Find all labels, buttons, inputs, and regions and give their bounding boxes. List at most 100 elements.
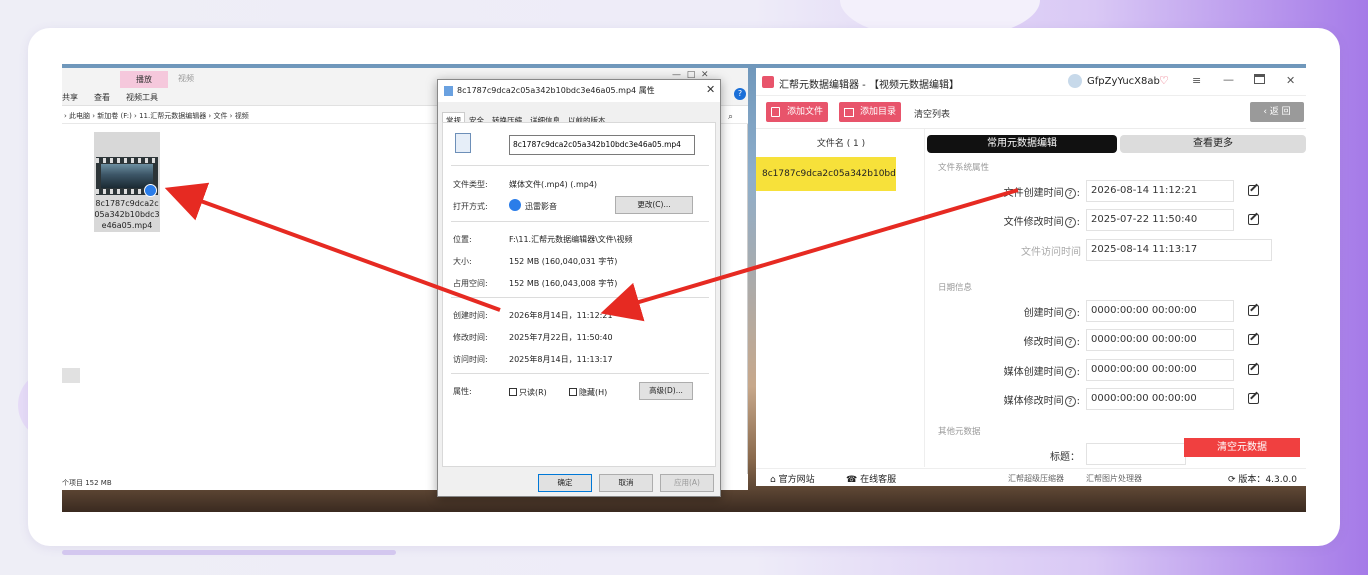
- fs-accessed-label: 文件访问时间: [1021, 247, 1081, 258]
- add-file-icon: [771, 107, 780, 117]
- image-tool-link[interactable]: 汇帮图片处理器: [1086, 473, 1142, 484]
- change-button[interactable]: 更改(C)...: [615, 196, 693, 214]
- modified-label: 修改时间:: [453, 333, 488, 342]
- apply-button[interactable]: 应用(A): [660, 474, 714, 492]
- app-logo-icon: [762, 76, 774, 88]
- date-created-label: 创建时间?:: [1023, 308, 1080, 319]
- filename-input[interactable]: 8c1787c9dca2c05a342b10bdc3e46a05.mp4: [509, 135, 695, 155]
- date-created-input[interactable]: 0000:00:00 00:00:00: [1086, 300, 1234, 322]
- edit-icon[interactable]: [1248, 305, 1259, 316]
- version-info: ⟳ 版本：4.3.0.0: [1228, 475, 1297, 485]
- created-value: 2026年8月14日，11:12:21: [509, 311, 613, 320]
- edit-icon[interactable]: [1248, 214, 1259, 225]
- help-icon[interactable]: ?: [734, 88, 746, 100]
- file-name-label: 8c1787c9dca2c05a342b10bdc3e46a05.mp4: [94, 199, 160, 230]
- help-icon[interactable]: ?: [1064, 367, 1076, 378]
- title-label: 标题：: [1050, 452, 1080, 463]
- cancel-button[interactable]: 取消: [599, 474, 653, 492]
- username[interactable]: GfpZyYucX8ab: [1087, 76, 1160, 87]
- help-icon[interactable]: ?: [1064, 188, 1076, 199]
- help-icon[interactable]: ?: [1064, 217, 1076, 228]
- help-icon[interactable]: ?: [1064, 396, 1076, 407]
- close-icon[interactable]: ✕: [1286, 74, 1295, 87]
- created-label: 创建时间:: [453, 311, 488, 320]
- breadcrumb-item[interactable]: 11.汇帮元数据编辑器: [139, 112, 206, 120]
- disk-size-value: 152 MB (160,043,008 字节): [509, 279, 618, 288]
- media-modified-label: 媒体修改时间?:: [1003, 396, 1080, 407]
- add-file-label: 添加文件: [787, 107, 824, 117]
- accessed-label: 访问时间:: [453, 355, 488, 364]
- open-with-label: 打开方式:: [453, 202, 488, 211]
- size-value: 152 MB (160,040,031 字节): [509, 257, 618, 266]
- tab-common-metadata[interactable]: 常用元数据编辑: [927, 135, 1117, 153]
- maximize-icon[interactable]: [1254, 74, 1265, 84]
- accessed-value: 2025年8月14日，11:13:17: [509, 355, 613, 364]
- help-icon[interactable]: ?: [1064, 308, 1076, 319]
- file-list-header: 文件名 ( 1 ): [816, 139, 866, 149]
- modified-value: 2025年7月22日，11:50:40: [509, 333, 613, 342]
- official-site-link[interactable]: ⌂ 官方网站: [770, 472, 815, 485]
- ribbon-tab-play[interactable]: 播放: [120, 71, 168, 88]
- ribbon-video-tools[interactable]: 视频工具: [126, 92, 158, 103]
- dialog-tabs: 常规 安全 转换压缩 详细信息 以前的版本: [442, 108, 716, 129]
- type-value: 媒体文件(.mp4) (.mp4): [509, 180, 598, 189]
- media-created-input[interactable]: 0000:00:00 00:00:00: [1086, 359, 1234, 381]
- advanced-button[interactable]: 高级(D)...: [639, 382, 693, 400]
- add-directory-label: 添加目录: [860, 107, 897, 117]
- menu-icon[interactable]: ≡: [1192, 74, 1201, 87]
- fs-modified-input[interactable]: 2025-07-22 11:50:40: [1086, 209, 1234, 231]
- attributes-label: 属性:: [453, 387, 472, 396]
- type-label: 文件类型:: [453, 180, 488, 189]
- properties-dialog: 8c1787c9dca2c05a342b10bdc3e46a05.mp4 属性 …: [437, 79, 721, 497]
- title-input[interactable]: [1086, 443, 1186, 465]
- edit-icon[interactable]: [1248, 334, 1259, 345]
- readonly-checkbox[interactable]: 只读(R): [509, 387, 547, 398]
- fs-accessed-input[interactable]: 2025-08-14 11:13:17: [1086, 239, 1272, 261]
- tab-view-more[interactable]: 查看更多: [1120, 135, 1306, 153]
- date-modified-input[interactable]: 0000:00:00 00:00:00: [1086, 329, 1234, 351]
- breadcrumb-item[interactable]: 此电脑: [69, 112, 90, 120]
- minimize-icon[interactable]: —: [1223, 73, 1234, 86]
- close-icon[interactable]: ✕: [706, 83, 715, 96]
- clear-metadata-button[interactable]: 清空元数据: [1184, 438, 1300, 457]
- fs-created-input[interactable]: 2026-08-14 11:12:21: [1086, 180, 1234, 202]
- readonly-label: 只读(R): [519, 388, 547, 397]
- general-tab-panel: 8c1787c9dca2c05a342b10bdc3e46a05.mp4 文件类…: [442, 122, 716, 467]
- search-icon[interactable]: ⌕: [728, 112, 733, 122]
- horizontal-scrollbar[interactable]: [62, 550, 396, 555]
- compressor-link[interactable]: 汇帮超级压缩器: [1008, 473, 1064, 484]
- edit-icon[interactable]: [1248, 393, 1259, 404]
- section-date-info: 日期信息: [938, 283, 973, 293]
- hidden-checkbox[interactable]: 隐藏(H): [569, 387, 607, 398]
- ok-button[interactable]: 确定: [538, 474, 592, 492]
- open-with-value: 迅雷影音: [525, 202, 557, 211]
- online-service-link[interactable]: ☎ 在线客服: [846, 472, 896, 485]
- home-icon: ⌂: [770, 475, 776, 485]
- breadcrumb-item[interactable]: 新加卷 (F:): [97, 112, 132, 120]
- refresh-icon: ⟳: [1228, 475, 1236, 485]
- ribbon-tab-video[interactable]: 视频: [178, 73, 194, 84]
- ribbon-view[interactable]: 查看: [94, 92, 110, 103]
- video-file-icon[interactable]: 8c1787c9dca2c05a342b10bdc3e46a05.mp4: [94, 132, 160, 232]
- edit-icon[interactable]: [1248, 364, 1259, 375]
- fs-created-label: 文件创建时间?:: [1003, 188, 1080, 199]
- ribbon-share[interactable]: 共享: [62, 92, 78, 103]
- size-label: 大小:: [453, 257, 472, 266]
- clear-list-button[interactable]: 清空列表: [914, 107, 950, 120]
- media-created-label: 媒体创建时间?:: [1003, 367, 1080, 378]
- edit-icon[interactable]: [1248, 185, 1259, 196]
- location-label: 位置:: [453, 235, 472, 244]
- media-modified-input[interactable]: 0000:00:00 00:00:00: [1086, 388, 1234, 410]
- vip-heart-icon[interactable]: ♡: [1159, 74, 1169, 87]
- avatar[interactable]: [1068, 74, 1082, 88]
- back-label: 返 回: [1269, 107, 1291, 117]
- fs-modified-label: 文件修改时间?:: [1003, 217, 1080, 228]
- status-text: 个项目 152 MB: [62, 479, 112, 487]
- breadcrumb-item[interactable]: 视频: [235, 112, 249, 120]
- file-list-item[interactable]: 8c1787c9dca2c05a342b10bdc3e46a05.mp4: [756, 157, 896, 191]
- help-icon[interactable]: ?: [1064, 337, 1076, 348]
- metadata-editor-window: 汇帮元数据编辑器 - 【视频元数据编辑】 GfpZyYucX8ab ♡ ≡ — …: [756, 68, 1306, 486]
- breadcrumb-item[interactable]: 文件: [213, 112, 227, 120]
- scroll-thumb[interactable]: [62, 368, 80, 383]
- back-button[interactable]: ‹ 返 回: [1250, 102, 1304, 122]
